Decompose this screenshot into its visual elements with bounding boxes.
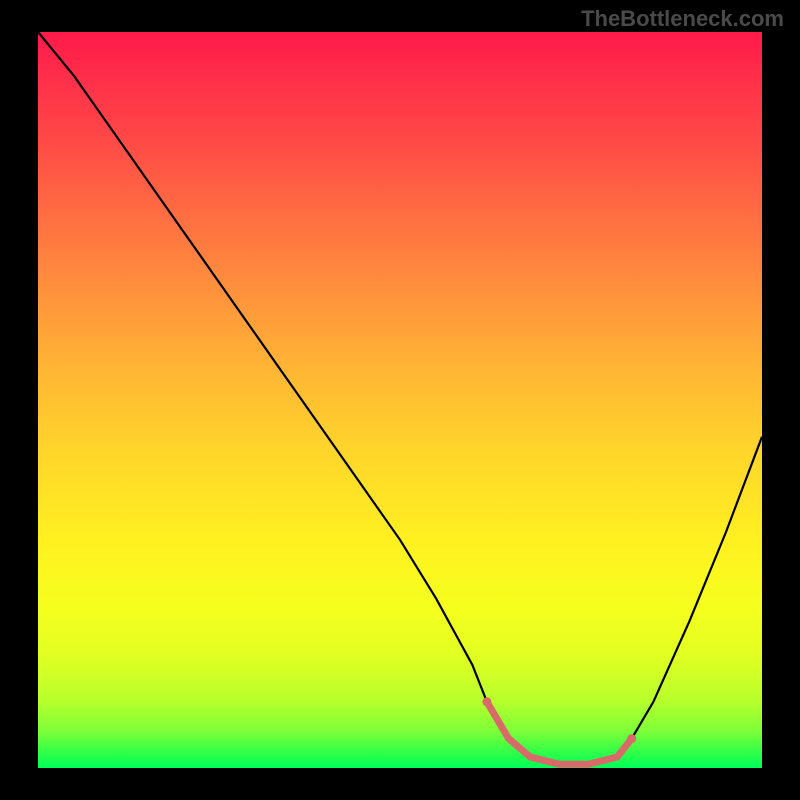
optimal-segment-line	[487, 702, 632, 765]
chart-plot-area	[38, 32, 762, 768]
optimal-endpoint-dot	[482, 697, 491, 706]
chart-svg	[38, 32, 762, 768]
bottleneck-curve-line	[38, 32, 762, 764]
watermark-text: TheBottleneck.com	[581, 6, 784, 32]
optimal-endpoint-dot	[627, 734, 636, 743]
